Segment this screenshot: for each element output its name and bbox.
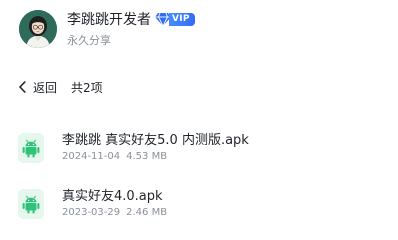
- share-duration: 永久分享: [67, 34, 111, 47]
- file-name: 真实好友4.0.apk: [62, 189, 163, 204]
- chevron-left-icon: [19, 81, 26, 93]
- file-date: 2024-11-04: [62, 151, 121, 162]
- share-page: 李跳跳开发者 VIP 永久分享 返回 共2项 李跳跳 真实好友5.0 内测版.a…: [0, 0, 398, 239]
- file-row[interactable]: 李跳跳 真实好友5.0 内测版.apk 2024-11-04 4.53 MB: [0, 127, 398, 171]
- file-date: 2023-03-29: [62, 207, 121, 218]
- file-meta: 2024-11-04 4.53 MB: [62, 151, 167, 162]
- file-row[interactable]: 真实好友4.0.apk 2023-03-29 2.46 MB: [0, 183, 398, 227]
- vip-badge: VIP: [155, 12, 195, 26]
- back-button[interactable]: 返回: [18, 78, 57, 96]
- owner-name-row: 李跳跳开发者 VIP: [67, 9, 195, 29]
- file-size: 2.46 MB: [126, 207, 168, 218]
- android-icon: [18, 189, 44, 219]
- file-name: 李跳跳 真实好友5.0 内测版.apk: [62, 133, 249, 148]
- file-size: 4.53 MB: [126, 151, 168, 162]
- item-count: 共2项: [71, 81, 103, 95]
- vip-label: VIP: [169, 12, 195, 26]
- owner-avatar: [19, 10, 57, 48]
- file-meta: 2023-03-29 2.46 MB: [62, 207, 167, 218]
- android-icon: [18, 133, 44, 163]
- back-label: 返回: [33, 80, 58, 95]
- owner-name: 李跳跳开发者: [67, 12, 151, 28]
